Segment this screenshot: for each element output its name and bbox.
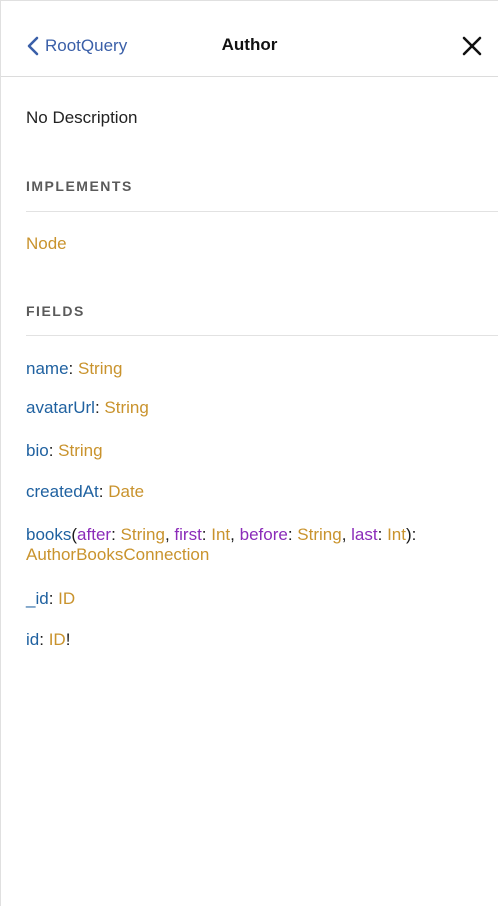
field-name[interactable]: name (26, 359, 69, 378)
fields-section-title: FIELDS (26, 303, 85, 319)
field-type-link[interactable]: Date (108, 482, 144, 501)
field-name[interactable]: avatarUrl (26, 398, 95, 417)
arg-colon: : (287, 525, 298, 544)
arg-name[interactable]: before (240, 525, 288, 544)
back-button[interactable]: RootQuery (27, 33, 127, 59)
arg-comma: , (230, 525, 240, 544)
type-description: No Description (26, 108, 138, 127)
arg-name[interactable]: after (77, 525, 111, 544)
arg-type-link[interactable]: Int (211, 525, 230, 544)
field-colon: : (94, 398, 105, 417)
field-colon: : (68, 359, 78, 378)
field-row: avatarUrl: String (26, 398, 484, 418)
field-colon: : (98, 482, 109, 501)
field-colon: : (39, 630, 49, 649)
doc-explorer-header: RootQuery Author (1, 1, 498, 77)
arg-type-link[interactable]: Int (387, 525, 406, 544)
args-close-paren: ): (405, 525, 417, 544)
arg-colon: : (201, 525, 212, 544)
arg-colon: : (377, 525, 388, 544)
field-type-link[interactable]: AuthorBooksConnection (26, 545, 209, 564)
chevron-left-icon (27, 36, 39, 56)
close-icon (462, 36, 482, 56)
field-type-link[interactable]: String (58, 441, 102, 460)
arg-comma: , (164, 525, 175, 544)
field-row: books(after: String, first: Int, before:… (26, 525, 484, 565)
arg-type-link[interactable]: String (121, 525, 165, 544)
doc-explorer-panel: RootQuery Author No Description IMPLEMEN… (0, 0, 498, 906)
field-row: createdAt: Date (26, 482, 484, 502)
field-colon: : (48, 589, 59, 608)
implements-section-title: IMPLEMENTS (26, 178, 133, 194)
close-button[interactable] (460, 34, 484, 58)
arg-comma: , (341, 525, 352, 544)
implements-divider (26, 211, 498, 212)
implements-item-node[interactable]: Node (26, 234, 67, 254)
field-row: id: ID! (26, 630, 484, 650)
interface-link[interactable]: Node (26, 234, 67, 253)
field-type-link[interactable]: String (78, 359, 122, 378)
field-type-link[interactable]: String (104, 398, 148, 417)
field-name[interactable]: createdAt (26, 482, 99, 501)
field-name[interactable]: bio (26, 441, 49, 460)
field-type-link[interactable]: ID (49, 630, 66, 649)
field-name[interactable]: books (26, 525, 71, 544)
field-row: name: String (26, 359, 484, 379)
field-name[interactable]: id (26, 630, 39, 649)
field-row: _id: ID (26, 589, 484, 609)
non-null-marker: ! (65, 630, 71, 649)
field-row: bio: String (26, 441, 484, 461)
arg-type-link[interactable]: String (297, 525, 341, 544)
field-colon: : (48, 441, 59, 460)
arg-name[interactable]: last (351, 525, 377, 544)
arg-colon: : (111, 525, 121, 544)
arg-name[interactable]: first (174, 525, 201, 544)
back-button-label: RootQuery (45, 36, 128, 55)
field-name[interactable]: _id (26, 589, 49, 608)
field-type-link[interactable]: ID (58, 589, 75, 608)
fields-divider (26, 335, 498, 336)
